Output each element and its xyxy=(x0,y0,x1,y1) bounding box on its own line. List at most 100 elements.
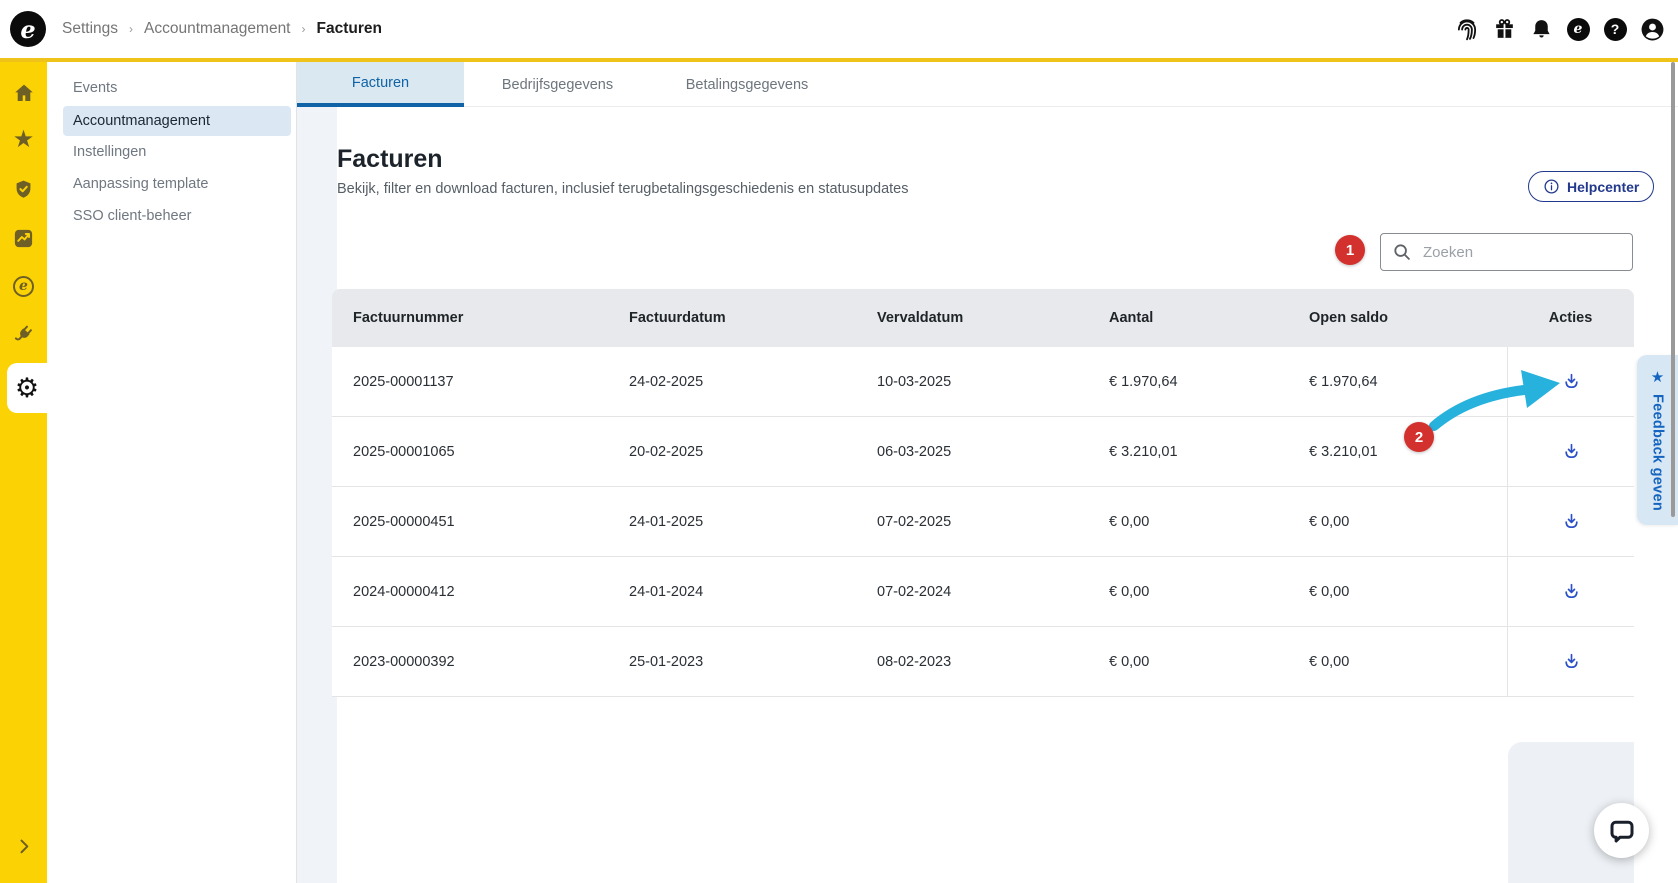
security-shield-icon[interactable] xyxy=(0,175,47,203)
sidebar-item-aanpassing-template[interactable]: Aanpassing template xyxy=(63,169,291,199)
column-header-factuurnummer: Factuurnummer xyxy=(353,310,464,326)
cell-aantal: € 3.210,01 xyxy=(1109,443,1178,460)
download-icon xyxy=(1561,371,1582,392)
info-icon xyxy=(1543,178,1560,195)
cell-open-saldo: € 0,00 xyxy=(1309,653,1350,670)
cell-open-saldo: € 1.970,64 xyxy=(1309,373,1378,390)
brand-logo-letter: e xyxy=(20,14,36,44)
feedback-star-icon: ★ xyxy=(1650,369,1665,387)
top-bar: e Settings › Accountmanagement › Facture… xyxy=(0,0,1678,58)
table-row: 2025-00001065 20-02-2025 06-03-2025 € 3.… xyxy=(332,417,1634,487)
search-input[interactable] xyxy=(1423,243,1622,261)
cell-factuurnummer: 2025-00001065 xyxy=(353,443,455,460)
settings-icon[interactable]: ⚙ xyxy=(7,363,47,413)
cell-factuurnummer: 2023-00000392 xyxy=(353,653,455,670)
cell-factuurdatum: 20-02-2025 xyxy=(629,443,704,460)
column-header-acties: Acties xyxy=(1548,310,1593,326)
breadcrumb-item-settings[interactable]: Settings xyxy=(62,20,118,38)
cell-vervaldatum: 10-03-2025 xyxy=(877,373,952,390)
cell-vervaldatum: 07-02-2024 xyxy=(877,583,952,600)
search-box xyxy=(1380,233,1633,271)
topbar-icon-group: e ? xyxy=(1454,0,1665,58)
cell-factuurdatum: 24-01-2025 xyxy=(629,513,704,530)
expand-rail-chevron-icon[interactable] xyxy=(0,832,47,860)
breadcrumb-item-current: Facturen xyxy=(316,20,382,37)
cell-vervaldatum: 08-02-2023 xyxy=(877,653,952,670)
download-invoice-button[interactable] xyxy=(1557,507,1586,536)
column-header-aantal: Aantal xyxy=(1109,310,1154,326)
table-row: 2025-00000451 24-01-2025 07-02-2025 € 0,… xyxy=(332,487,1634,557)
table-row: 2023-00000392 25-01-2023 08-02-2023 € 0,… xyxy=(332,627,1634,697)
table-header-row: Factuurnummer Factuurdatum Vervaldatum A… xyxy=(332,289,1634,347)
download-invoice-button[interactable] xyxy=(1557,577,1586,606)
download-icon xyxy=(1561,511,1582,532)
content-gutter xyxy=(297,107,337,883)
download-icon xyxy=(1561,441,1582,462)
cell-open-saldo: € 0,00 xyxy=(1309,583,1350,600)
brand-e-icon[interactable]: e xyxy=(1565,16,1591,42)
cell-acties xyxy=(1507,627,1634,696)
account-icon[interactable] xyxy=(1639,16,1665,42)
breadcrumb: Settings › Accountmanagement › Facturen xyxy=(62,0,382,58)
help-icon[interactable]: ? xyxy=(1602,16,1628,42)
feedback-label: Feedback geven xyxy=(1649,394,1666,512)
column-header-open-saldo: Open saldo xyxy=(1309,310,1388,326)
sidebar-item-accountmanagement[interactable]: Accountmanagement xyxy=(63,106,291,136)
brand-logo[interactable]: e xyxy=(10,11,46,47)
helpcenter-button[interactable]: Helpcenter xyxy=(1528,171,1655,202)
download-invoice-button[interactable] xyxy=(1557,647,1586,676)
cell-factuurnummer: 2025-00001137 xyxy=(353,373,454,390)
annotation-step-2-badge: 2 xyxy=(1404,422,1434,452)
breadcrumb-separator-icon: › xyxy=(129,22,134,36)
sidebar-item-events[interactable]: Events xyxy=(63,73,291,103)
brand-e-rail-icon[interactable]: e xyxy=(0,272,47,300)
chat-bubble-icon xyxy=(1607,816,1637,846)
tab-bar: Facturen Bedrijfsgegevens Betalingsgegev… xyxy=(297,62,1678,107)
vertical-scrollbar[interactable] xyxy=(1671,62,1675,517)
tab-facturen[interactable]: Facturen xyxy=(297,62,464,107)
tab-betalingsgegevens[interactable]: Betalingsgegevens xyxy=(651,62,843,107)
sidebar-item-sso-client-beheer[interactable]: SSO client-beheer xyxy=(63,201,291,231)
table-body: 2025-00001137 24-02-2025 10-03-2025 € 1.… xyxy=(332,347,1634,697)
table-row: 2025-00001137 24-02-2025 10-03-2025 € 1.… xyxy=(332,347,1634,417)
annotation-step-1-badge: 1 xyxy=(1335,235,1365,265)
integrations-plug-icon[interactable] xyxy=(0,320,47,348)
tab-bedrijfsgegevens[interactable]: Bedrijfsgegevens xyxy=(464,62,651,107)
download-icon xyxy=(1561,651,1582,672)
cell-aantal: € 0,00 xyxy=(1109,653,1150,670)
search-icon xyxy=(1391,241,1413,263)
column-header-factuurdatum: Factuurdatum xyxy=(629,310,726,326)
cell-factuurnummer: 2024-00000412 xyxy=(353,583,455,600)
page-subtitle: Bekijk, filter en download facturen, inc… xyxy=(337,181,909,197)
breadcrumb-separator-icon: › xyxy=(301,22,306,36)
chat-button[interactable] xyxy=(1594,803,1649,858)
page-title: Facturen xyxy=(337,145,443,173)
icon-rail: ★ e ⚙ xyxy=(0,62,47,883)
table-row: 2024-00000412 24-01-2024 07-02-2024 € 0,… xyxy=(332,557,1634,627)
column-header-vervaldatum: Vervaldatum xyxy=(877,310,964,326)
cell-aantal: € 0,00 xyxy=(1109,513,1150,530)
sidebar-item-instellingen[interactable]: Instellingen xyxy=(63,137,291,167)
cell-acties xyxy=(1507,487,1634,556)
favorites-star-icon[interactable]: ★ xyxy=(0,126,47,154)
app-screen: e Settings › Accountmanagement › Facture… xyxy=(0,0,1678,883)
fingerprint-icon[interactable] xyxy=(1454,16,1480,42)
cell-factuurdatum: 24-01-2024 xyxy=(629,583,704,600)
cell-acties xyxy=(1507,557,1634,626)
download-invoice-button[interactable] xyxy=(1557,437,1586,466)
cell-acties xyxy=(1507,417,1634,486)
statistics-chart-icon[interactable] xyxy=(0,224,47,252)
home-icon[interactable] xyxy=(0,79,47,107)
cell-aantal: € 1.970,64 xyxy=(1109,373,1178,390)
helpcenter-label: Helpcenter xyxy=(1567,178,1640,195)
download-invoice-button[interactable] xyxy=(1557,367,1586,396)
gift-icon[interactable] xyxy=(1491,16,1517,42)
download-icon xyxy=(1561,581,1582,602)
cell-factuurdatum: 24-02-2025 xyxy=(629,373,704,390)
invoices-table: Factuurnummer Factuurdatum Vervaldatum A… xyxy=(332,289,1634,697)
bell-icon[interactable] xyxy=(1528,16,1554,42)
cell-acties xyxy=(1507,347,1634,416)
breadcrumb-item-accountmanagement[interactable]: Accountmanagement xyxy=(144,20,290,38)
settings-sidebar: Events Accountmanagement Instellingen Aa… xyxy=(47,62,297,883)
accent-divider xyxy=(0,58,1678,62)
